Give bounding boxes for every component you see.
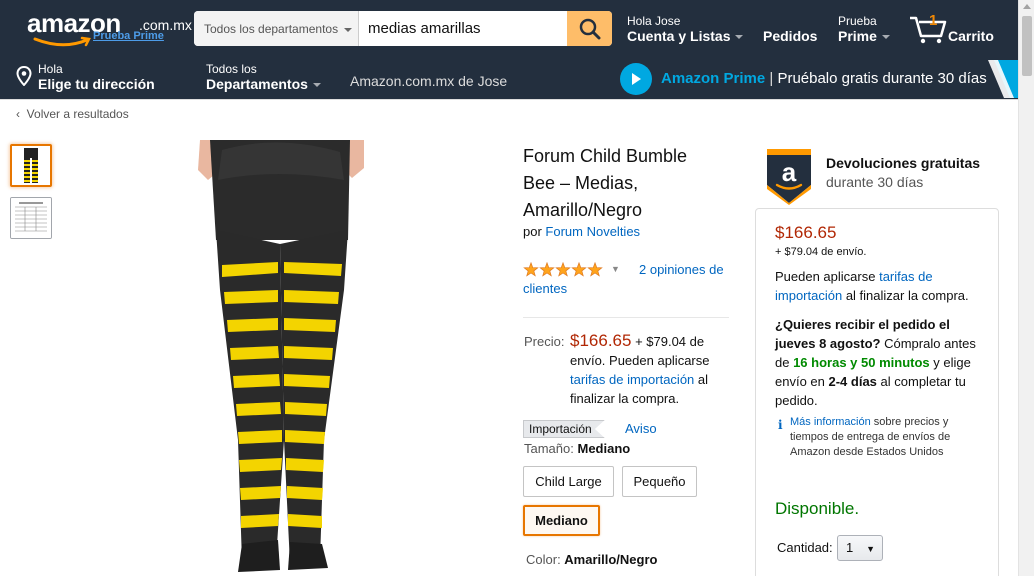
delivery-countdown: 16 horas y 50 minutos xyxy=(793,355,930,370)
brand-link[interactable]: Forum Novelties xyxy=(545,224,640,239)
back-label: Volver a resultados xyxy=(26,107,129,121)
price-block: $166.65 + $79.04 de envío. Pueden aplica… xyxy=(570,331,730,408)
buybox-import-fees: Pueden aplicarse tarifas de importación … xyxy=(775,267,990,305)
buybox-shipping: + $79.04 de envío. xyxy=(775,246,867,258)
delivery-days: 2-4 días xyxy=(828,374,877,389)
size-option-mediano[interactable]: Mediano xyxy=(523,505,600,536)
amazon-returns-shield-icon: a xyxy=(767,149,811,205)
prime-sep: | xyxy=(765,70,778,87)
size-chart-thumbnail-image xyxy=(11,198,51,238)
thumbnail-main[interactable] xyxy=(10,144,52,187)
cart-label: Carrito xyxy=(948,28,994,44)
delivery-address-selector[interactable]: Hola Elige tu dirección xyxy=(38,63,155,93)
departments-small: Todos los xyxy=(206,62,257,76)
size-label-prefix: Tamaño: xyxy=(524,441,578,456)
location-label: Elige tu dirección xyxy=(38,76,155,92)
orders-label: Pedidos xyxy=(763,28,818,44)
buybox-price: $166.65 xyxy=(775,223,837,242)
tarifas-prefix: Pueden aplicarse xyxy=(775,269,880,284)
back-to-results-link[interactable]: ‹ Volver a resultados xyxy=(16,107,129,121)
product-price: $166.65 xyxy=(570,331,632,350)
smile-arrow-icon xyxy=(33,36,91,47)
more-info-link[interactable]: Más información xyxy=(790,416,871,428)
chevron-down-icon xyxy=(881,35,890,40)
buy-box: $166.65 + $79.04 de envío. Pueden aplica… xyxy=(755,208,999,576)
prime-menu[interactable]: Prueba Prime xyxy=(838,15,890,45)
orders-link[interactable]: Pedidos xyxy=(763,28,817,45)
product-main-image[interactable] xyxy=(198,140,366,576)
prime-small: Prueba xyxy=(838,14,877,28)
section-divider xyxy=(523,317,729,318)
quantity-value: 1 xyxy=(846,540,854,555)
page-scrollbar[interactable] xyxy=(1018,0,1034,576)
product-title: Forum Child Bumble Bee – Medias, Amarill… xyxy=(523,146,688,220)
cart-icon xyxy=(910,16,947,44)
prime-promo-banner[interactable]: Amazon Prime | Pruébalo gratis durante 3… xyxy=(620,60,1018,98)
play-icon xyxy=(620,63,652,95)
prime-banner-text: Amazon Prime | Pruébalo gratis durante 3… xyxy=(661,70,987,87)
account-label: Cuenta y Listas xyxy=(627,28,731,44)
account-lists-menu[interactable]: Hola Jose Cuenta y Listas xyxy=(627,14,744,45)
delivery-estimate: ¿Quieres recibir el pedido el jueves 8 a… xyxy=(775,315,987,410)
prime-brand: Amazon Prime xyxy=(661,70,766,87)
personal-store-link[interactable]: Amazon.com.mx de Jose xyxy=(350,73,507,89)
search-icon xyxy=(579,18,600,39)
scroll-up-icon[interactable] xyxy=(1023,4,1031,9)
import-badge: Importación xyxy=(523,420,605,438)
prime-label: Prime xyxy=(838,28,877,44)
search-button[interactable] xyxy=(567,11,612,46)
size-label: Tamaño: Mediano xyxy=(524,441,630,456)
returns-subtitle: durante 30 días xyxy=(826,174,924,190)
returns-title: Devoluciones gratuitas xyxy=(826,155,981,171)
svg-text:a: a xyxy=(782,157,797,187)
color-selected: Amarillo/Negro xyxy=(564,552,658,567)
product-page: amazon .com.mx Prueba Prime Todos los de… xyxy=(0,0,1034,576)
quantity-select[interactable]: 1 ▼ xyxy=(837,535,883,561)
color-label: Color: Amarillo/Negro xyxy=(526,552,657,567)
price-label: Precio: xyxy=(524,334,565,349)
reviews-link[interactable]: 2 opiniones de clientes xyxy=(523,260,728,298)
by-prefix: por xyxy=(523,224,546,239)
search-input[interactable] xyxy=(360,11,567,46)
cart-count: 1 xyxy=(929,12,938,29)
chevron-down-icon xyxy=(735,35,744,40)
size-option-child-large[interactable]: Child Large xyxy=(523,466,614,497)
aviso-link[interactable]: Aviso xyxy=(625,421,657,436)
availability-status: Disponible. xyxy=(775,499,860,518)
prime-stripe-decoration xyxy=(988,60,1018,98)
search-department-select[interactable]: Todos los departamentos xyxy=(194,11,359,46)
size-option-pequeno[interactable]: Pequeño xyxy=(622,466,697,497)
size-selected: Mediano xyxy=(577,441,631,456)
chevron-down-icon xyxy=(312,83,321,88)
quantity-label: Cantidad: xyxy=(777,540,833,555)
all-departments-menu[interactable]: Todos los Departamentos xyxy=(206,63,321,93)
account-greeting: Hola Jose xyxy=(627,14,681,28)
free-returns-badge[interactable]: a Devoluciones gratuitas durante 30 días xyxy=(763,147,1003,205)
prime-offer: Pruébalo gratis durante 30 días xyxy=(777,70,987,87)
search-bar: Todos los departamentos xyxy=(194,11,612,46)
import-fees-link[interactable]: tarifas de importación xyxy=(570,372,694,387)
product-byline: por Forum Novelties xyxy=(523,224,640,239)
header-divider xyxy=(0,99,1018,100)
try-prime-link[interactable]: Prueba Prime xyxy=(93,30,164,42)
info-icon: i xyxy=(778,418,783,432)
location-greeting: Hola xyxy=(38,62,63,76)
cart-button[interactable]: 1 Carrito xyxy=(908,12,994,49)
tarifas-suffix: al finalizar la compra. xyxy=(842,288,969,303)
thumbnail-size-chart[interactable] xyxy=(10,197,52,239)
department-label: Todos los departamentos xyxy=(204,22,339,36)
scroll-thumb[interactable] xyxy=(1022,16,1032,76)
chevron-down-icon xyxy=(344,27,353,32)
color-label-prefix: Color: xyxy=(526,552,565,567)
tights-thumbnail-image xyxy=(12,146,50,185)
chevron-down-icon: ▼ xyxy=(866,544,875,554)
location-pin-icon xyxy=(16,66,32,86)
amazon-logo[interactable]: amazon .com.mx Prueba Prime xyxy=(27,8,192,47)
departments-label: Departamentos xyxy=(206,76,308,92)
